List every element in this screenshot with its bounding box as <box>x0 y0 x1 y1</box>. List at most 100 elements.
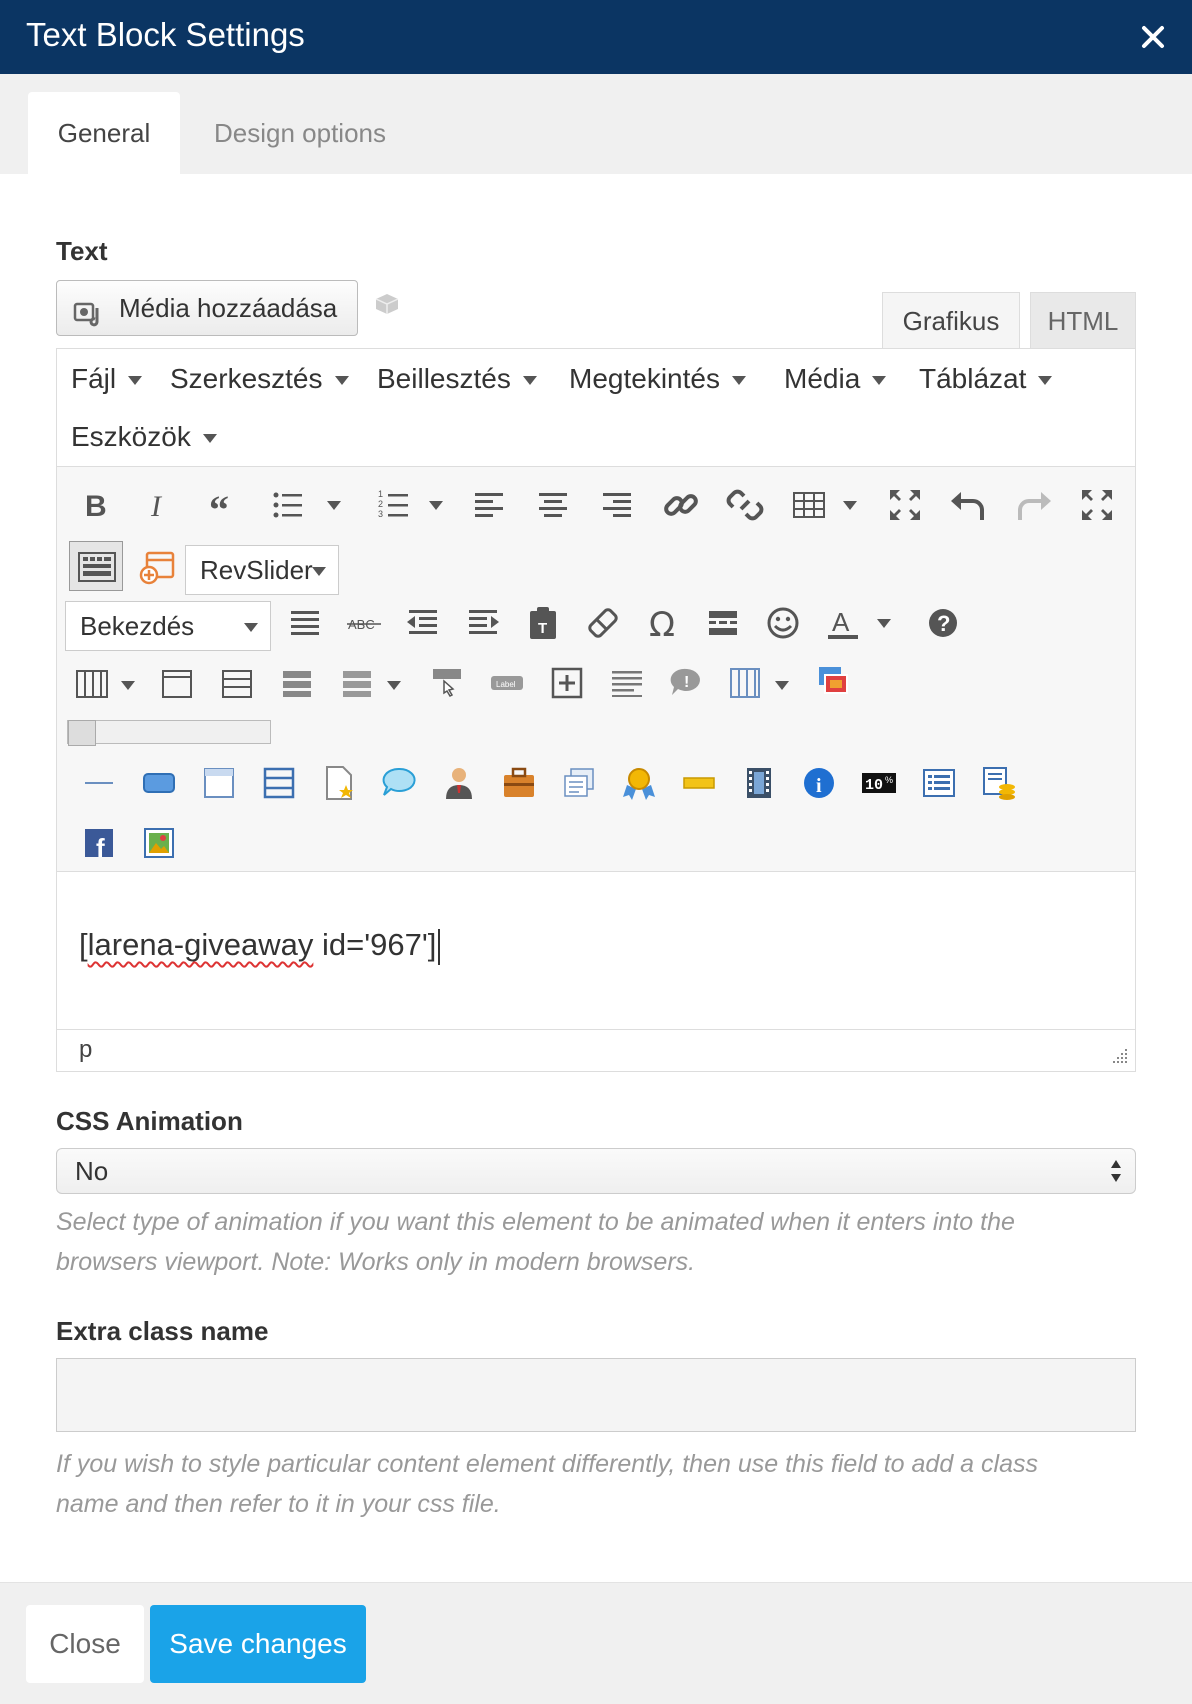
keyboard-icon <box>78 552 116 582</box>
accordion-icon[interactable] <box>337 663 377 703</box>
save-changes-button[interactable]: Save changes <box>150 1605 366 1683</box>
close-icon[interactable] <box>1138 22 1168 52</box>
gallery-icon[interactable] <box>813 661 853 701</box>
tab-html-mode[interactable]: HTML <box>1030 292 1136 348</box>
toggle-icon[interactable] <box>277 663 317 703</box>
text-field-label: Text <box>56 236 108 266</box>
strikethrough-icon[interactable]: ABC <box>345 603 385 643</box>
highlight-bar-icon[interactable] <box>679 763 719 803</box>
video-icon[interactable] <box>739 763 779 803</box>
paste-text-icon[interactable]: T <box>523 603 563 643</box>
resize-grip-icon[interactable] <box>1111 1047 1129 1065</box>
add-box-icon[interactable] <box>547 663 587 703</box>
bullet-list-icon[interactable] <box>269 485 309 525</box>
editor-content-area[interactable]: [larena-giveaway id='967'] <box>57 871 1135 1029</box>
speech-bubble-icon[interactable] <box>379 763 419 803</box>
bold-icon[interactable]: B <box>77 485 117 525</box>
numbered-list-icon[interactable]: 123 <box>375 485 415 525</box>
italic-icon[interactable]: I <box>141 485 181 525</box>
editor-content[interactable]: [larena-giveaway id='967'] <box>79 927 441 965</box>
horizontal-line-icon[interactable] <box>79 763 119 803</box>
label-icon[interactable]: Label <box>487 663 527 703</box>
menu-insert[interactable]: Beillesztés <box>377 363 537 395</box>
distraction-free-icon[interactable] <box>1077 485 1117 525</box>
table-caret[interactable] <box>843 501 857 510</box>
clear-formatting-icon[interactable] <box>583 603 623 643</box>
menu-edit[interactable]: Szerkesztés <box>170 363 349 395</box>
tabs-shortcode-icon[interactable] <box>259 763 299 803</box>
blockquote-icon[interactable]: “ <box>205 485 245 532</box>
read-more-icon[interactable] <box>703 603 743 643</box>
tab-bar: General Design options <box>0 74 1192 174</box>
rows-icon[interactable] <box>217 663 257 703</box>
award-icon[interactable] <box>619 763 659 803</box>
element-path[interactable]: p <box>79 1036 92 1064</box>
columns-icon[interactable] <box>71 663 111 703</box>
cards-icon[interactable] <box>559 763 599 803</box>
counter-icon[interactable]: 10% <box>859 763 899 803</box>
undo-icon[interactable] <box>949 485 989 525</box>
menu-view[interactable]: Megtekintés <box>569 363 746 395</box>
format-select[interactable]: Bekezdés <box>65 601 271 651</box>
numbered-list-caret[interactable] <box>429 501 443 510</box>
help-icon[interactable]: ? <box>923 603 963 643</box>
tab-design-options[interactable]: Design options <box>190 92 410 174</box>
align-right-icon[interactable] <box>597 485 637 525</box>
button-shortcode-icon[interactable] <box>139 763 179 803</box>
link-icon[interactable] <box>661 485 701 525</box>
facebook-icon[interactable]: f <box>79 823 119 863</box>
slider-handle[interactable] <box>68 720 96 746</box>
close-button[interactable]: Close <box>26 1605 144 1683</box>
chart-coins-icon[interactable] <box>979 763 1019 803</box>
unlink-icon[interactable] <box>725 485 765 525</box>
emoticon-icon[interactable] <box>763 603 803 643</box>
paragraph-lines-icon[interactable] <box>607 663 647 703</box>
css-animation-select[interactable]: No <box>56 1148 1136 1194</box>
revslider-dropdown[interactable]: RevSlider <box>185 545 339 595</box>
pricing-table-icon[interactable] <box>725 663 765 703</box>
tooltip-icon[interactable] <box>427 663 467 703</box>
extra-class-input[interactable] <box>56 1358 1136 1432</box>
editor-statusbar: p <box>57 1029 1135 1071</box>
info-icon[interactable]: i <box>799 763 839 803</box>
menu-table[interactable]: Táblázat <box>919 363 1053 395</box>
align-justify-icon[interactable] <box>285 603 325 643</box>
document-star-icon[interactable] <box>319 763 359 803</box>
css-animation-help: Select type of animation if you want thi… <box>56 1208 1015 1276</box>
columns-caret[interactable] <box>121 681 135 690</box>
bullet-list-caret[interactable] <box>327 501 341 510</box>
text-color-icon[interactable]: A <box>823 603 863 643</box>
extra-class-help: If you wish to style particular content … <box>56 1450 1038 1518</box>
redo-icon[interactable] <box>1013 485 1053 525</box>
dialog-title: Text Block Settings <box>26 16 305 53</box>
kitchen-sink-toggle[interactable] <box>69 541 123 591</box>
list-box-icon[interactable] <box>919 763 959 803</box>
panel-icon[interactable] <box>199 763 239 803</box>
svg-text:Ω: Ω <box>649 605 675 643</box>
fullscreen-icon[interactable] <box>885 485 925 525</box>
size-slider[interactable] <box>67 720 271 746</box>
menu-tools[interactable]: Eszközök <box>71 421 217 453</box>
align-center-icon[interactable] <box>533 485 573 525</box>
cube-icon[interactable] <box>374 292 400 316</box>
image-icon[interactable] <box>139 823 179 863</box>
align-left-icon[interactable] <box>469 485 509 525</box>
indent-icon[interactable] <box>463 603 503 643</box>
svg-text:I: I <box>150 490 163 523</box>
pricing-table-caret[interactable] <box>775 681 789 690</box>
special-character-icon[interactable]: Ω <box>643 603 683 645</box>
menu-media[interactable]: Média <box>784 363 887 395</box>
add-media-button[interactable]: Média hozzáadása <box>56 280 358 336</box>
text-color-caret[interactable] <box>877 619 891 628</box>
portfolio-icon[interactable] <box>499 763 539 803</box>
outdent-icon[interactable] <box>403 603 443 643</box>
person-icon[interactable] <box>439 763 479 803</box>
box-icon[interactable] <box>157 663 197 703</box>
menu-file[interactable]: Fájl <box>71 363 143 395</box>
accordion-caret[interactable] <box>387 681 401 690</box>
calendar-add-icon[interactable] <box>137 547 177 587</box>
alert-bubble-icon[interactable]: ! <box>667 663 707 703</box>
tab-visual-mode[interactable]: Grafikus <box>882 292 1020 348</box>
tab-general[interactable]: General <box>28 92 180 174</box>
table-icon[interactable] <box>789 485 829 525</box>
